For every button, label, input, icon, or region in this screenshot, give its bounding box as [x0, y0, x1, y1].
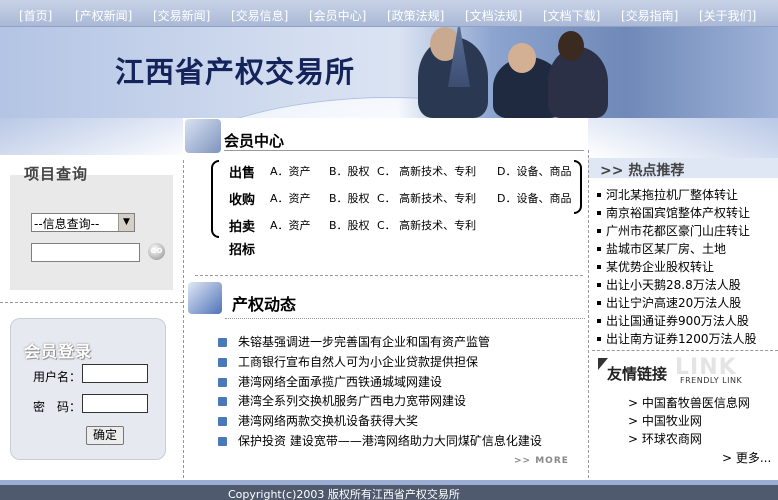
row-label-sell: 出售 [229, 166, 256, 181]
login-title: 会员登录 [24, 342, 93, 361]
hot-item[interactable]: 河北某拖拉机厂整体转让 [597, 186, 738, 203]
go-button[interactable]: GO [148, 243, 165, 260]
chevron-down-icon[interactable]: ▼ [118, 214, 134, 231]
bullet-icon [218, 437, 227, 446]
news-item[interactable]: 朱镕基强调进一步完善国有企业和国有资产监管 [218, 333, 578, 350]
username-label: 用户名： [33, 370, 82, 384]
nav-guide[interactable]: [交易指南] [621, 7, 678, 24]
sell-equity[interactable]: B．股权 [329, 163, 370, 179]
auction-equity[interactable]: B．股权 [329, 217, 370, 233]
buy-equipment[interactable]: D．设备、商品 [497, 190, 571, 206]
password-field[interactable] [82, 394, 148, 413]
nav-policy[interactable]: [政策法规] [387, 7, 444, 24]
copyright-text: Copyright(c)2003 版权所有江西省产权交易所 [228, 488, 460, 500]
sell-assets[interactable]: A．资产 [270, 163, 311, 179]
site-title: 江西省产权交易所 [115, 55, 356, 89]
bullet-icon [218, 338, 227, 347]
news-item[interactable]: 港湾网络全面承揽广西铁通城域网建设 [218, 373, 578, 390]
hot-item[interactable]: 广州市花都区豪门山庄转让 [597, 222, 750, 239]
sell-equipment[interactable]: D．设备、商品 [497, 163, 571, 179]
nav-doc-rules[interactable]: [文档法规] [465, 7, 522, 24]
hot-item[interactable]: 盐城市区某厂房、土地 [597, 240, 726, 257]
hot-item[interactable]: 出让宁沪高速20万法人股 [597, 294, 741, 311]
sell-tech[interactable]: C． 高新技术、专利 [377, 163, 476, 179]
link-item[interactable]: > 环球农商网 [628, 430, 702, 447]
password-label: 密 码： [33, 400, 82, 414]
buy-tech[interactable]: C． 高新技术、专利 [377, 190, 476, 206]
top-nav: [首页] [产权新闻] [交易新闻] [交易信息] [会员中心] [政策法规] … [0, 0, 778, 27]
hot-title: >> 热点推荐 [600, 163, 685, 179]
links-title: 友情链接 [607, 365, 668, 383]
query-title: 项目查询 [24, 165, 89, 183]
nav-trade-info[interactable]: [交易信息] [231, 7, 288, 24]
nav-property-news[interactable]: [产权新闻] [75, 7, 132, 24]
member-center-title: 会员中心 [224, 132, 285, 150]
hot-item[interactable]: 出让小天鹅28.8万法人股 [597, 276, 741, 293]
hot-item[interactable]: 某优势企业股权转让 [597, 258, 714, 275]
link-item[interactable]: > 中国畜牧兽医信息网 [628, 394, 750, 411]
buy-equity[interactable]: B．股权 [329, 190, 370, 206]
banner: 江西省产权交易所 [0, 27, 778, 118]
bullet-icon [218, 358, 227, 367]
news-item[interactable]: 港湾全系列交换机服务广西电力宽带网建设 [218, 392, 578, 409]
bullet-icon [218, 417, 227, 426]
nav-about[interactable]: [关于我们] [699, 7, 756, 24]
globe-icon [188, 282, 222, 314]
nav-home[interactable]: [首页] [19, 7, 52, 24]
query-input[interactable] [31, 243, 140, 262]
bullet-icon [218, 378, 227, 387]
row-label-auction: 拍卖 [229, 220, 256, 235]
news-item[interactable]: 工商银行宣布自然人可为小企业贷款提供担保 [218, 353, 578, 370]
query-panel [10, 175, 173, 290]
select-value: --信息查询-- [34, 217, 100, 231]
links-more-link[interactable]: > 更多... [722, 449, 771, 466]
login-submit-button[interactable]: 确定 [86, 426, 124, 445]
keyboard-icon [185, 119, 221, 153]
news-title: 产权动态 [232, 295, 297, 314]
auction-assets[interactable]: A．资产 [270, 217, 311, 233]
row-label-tender[interactable]: 招标 [229, 239, 255, 258]
info-query-select[interactable]: --信息查询-- ▼ [31, 213, 135, 232]
bullet-icon [218, 397, 227, 406]
news-item[interactable]: 港湾网络两款交换机设备获得大奖 [218, 412, 578, 429]
nav-downloads[interactable]: [文档下载] [543, 7, 600, 24]
links-subtitle: FRENDLY LINK [680, 376, 743, 385]
row-label-buy: 收购 [229, 193, 256, 208]
hot-item[interactable]: 出让南方证券1200万法人股 [597, 330, 757, 347]
username-field[interactable] [82, 364, 148, 383]
nav-member-center[interactable]: [会员中心] [309, 7, 366, 24]
auction-tech[interactable]: C． 高新技术、专利 [377, 217, 476, 233]
hot-item[interactable]: 南京裕国宾馆整体产权转让 [597, 204, 750, 221]
hot-item[interactable]: 出让国通证券900万法人股 [597, 312, 749, 329]
nav-trade-news[interactable]: [交易新闻] [153, 7, 210, 24]
buy-assets[interactable]: A．资产 [270, 190, 311, 206]
link-item[interactable]: > 中国牧业网 [628, 412, 702, 429]
news-more-link[interactable]: >> MORE [514, 456, 569, 466]
news-item[interactable]: 保护投资 建设宽带——港湾网络助力大同煤矿信息化建设 [218, 432, 578, 449]
